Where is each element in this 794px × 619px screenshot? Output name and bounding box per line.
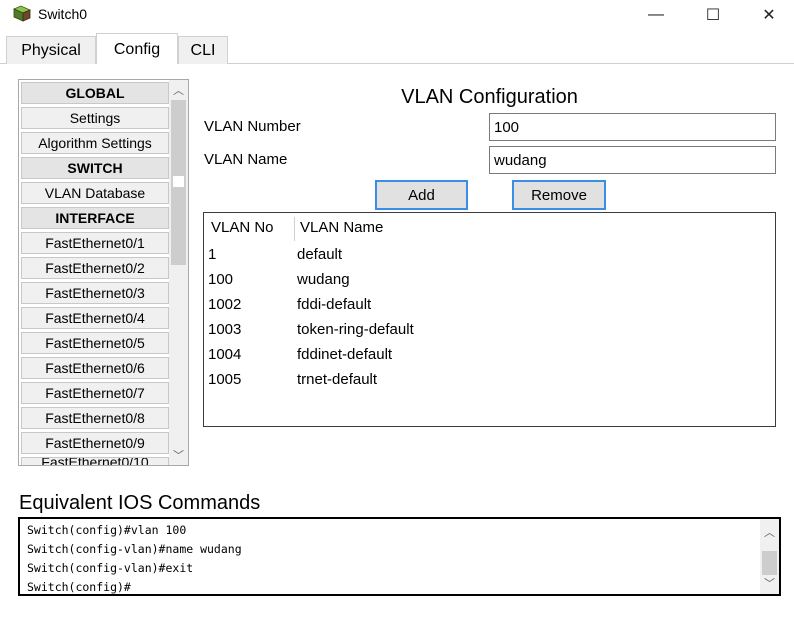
ios-command-line: Switch(config-vlan)#exit <box>27 561 194 575</box>
minimize-button[interactable]: — <box>627 0 685 30</box>
tab-strip: Physical Config CLI <box>0 33 794 65</box>
close-button[interactable]: ✕ <box>740 0 794 30</box>
tab-config[interactable]: Config <box>96 33 178 65</box>
vlan-no-cell: 1005 <box>208 371 242 388</box>
table-row[interactable]: 1003 token-ring-default <box>204 318 775 343</box>
nav-item[interactable]: FastEthernet0/10 <box>21 457 169 465</box>
scroll-down-icon[interactable]: ﹀ <box>760 574 779 591</box>
nav-scrollbar[interactable]: ︿ ﹀ <box>169 80 188 465</box>
nav-item[interactable]: FastEthernet0/8 <box>21 407 169 429</box>
vlan-name-cell: trnet-default <box>297 371 378 388</box>
nav-item[interactable]: FastEthernet0/2 <box>21 257 169 279</box>
table-row[interactable]: 1005 trnet-default <box>204 368 775 393</box>
nav-item[interactable]: FastEthernet0/1 <box>21 232 169 254</box>
table-row[interactable]: 100 wudang <box>204 268 775 293</box>
table-row[interactable]: 1 default <box>204 243 775 268</box>
nav-item[interactable]: FastEthernet0/4 <box>21 307 169 329</box>
vlan-table-header: VLAN No VLAN Name <box>204 213 775 243</box>
nav-list: GLOBAL Settings Algorithm Settings SWITCH VL… <box>21 82 169 465</box>
config-nav-panel: GLOBAL Settings Algorithm Settings SWITCH VL… <box>18 79 189 466</box>
nav-item[interactable]: FastEthernet0/5 <box>21 332 169 354</box>
switch-config-window: Switch0 — ☐ ✕ Physical Config CLI GLOBAL… <box>0 0 794 619</box>
switch-device-icon <box>13 5 31 22</box>
ios-scroll-thumb[interactable] <box>762 551 777 575</box>
maximize-button[interactable]: ☐ <box>684 0 742 30</box>
nav-item[interactable]: FastEthernet0/9 <box>21 432 169 454</box>
title-bar: Switch0 — ☐ ✕ <box>0 0 794 30</box>
vlan-name-cell: token-ring-default <box>297 321 414 338</box>
vlan-no-cell: 1004 <box>208 346 242 363</box>
nav-section-header: GLOBAL <box>21 82 169 104</box>
window-title: Switch0 <box>38 6 88 22</box>
table-row[interactable]: 1004 fddinet-default <box>204 343 775 368</box>
nav-item[interactable]: FastEthernet0/6 <box>21 357 169 379</box>
ios-command-line: Switch(config)#vlan 100 <box>27 523 187 537</box>
table-row[interactable]: 1002 fddi-default <box>204 293 775 318</box>
vlan-no-cell: 1003 <box>208 321 242 338</box>
scroll-down-icon[interactable]: ﹀ <box>169 446 188 463</box>
nav-item[interactable]: VLAN Database <box>21 182 169 204</box>
tab-cli[interactable]: CLI <box>178 36 228 64</box>
ios-commands-box[interactable]: Switch(config)#vlan 100 Switch(config-vla… <box>18 517 781 596</box>
vlan-table[interactable]: VLAN No VLAN Name 1 default 100 wudang 1002 f… <box>203 212 776 427</box>
scroll-up-icon[interactable]: ︿ <box>760 523 779 540</box>
vlan-name-cell: wudang <box>297 271 350 288</box>
ios-command-line: Switch(config)# <box>27 580 131 594</box>
vlan-config-title: VLAN Configuration <box>401 86 578 108</box>
vlan-number-label: VLAN Number <box>204 118 301 135</box>
tab-physical[interactable]: Physical <box>6 36 96 64</box>
nav-item[interactable]: Algorithm Settings <box>21 132 169 154</box>
column-header-vlan-no[interactable]: VLAN No <box>211 219 274 236</box>
vlan-no-cell: 100 <box>208 271 234 288</box>
ios-commands-title: Equivalent IOS Commands <box>19 492 261 514</box>
vlan-name-cell: fddi-default <box>297 296 372 313</box>
column-header-vlan-name[interactable]: VLAN Name <box>300 219 383 236</box>
nav-item[interactable]: FastEthernet0/7 <box>21 382 169 404</box>
nav-item[interactable]: FastEthernet0/3 <box>21 282 169 304</box>
nav-section-header: INTERFACE <box>21 207 169 229</box>
remove-button[interactable]: Remove <box>512 180 606 210</box>
vlan-number-input[interactable] <box>489 113 776 141</box>
scroll-up-icon[interactable]: ︿ <box>169 81 188 98</box>
vlan-no-cell: 1 <box>208 246 217 263</box>
vlan-no-cell: 1002 <box>208 296 242 313</box>
ios-command-lines: Switch(config)#vlan 100 Switch(config-vla… <box>27 521 242 594</box>
nav-item[interactable]: Settings <box>21 107 169 129</box>
vlan-name-cell: fddinet-default <box>297 346 393 363</box>
nav-section-header: SWITCH <box>21 157 169 179</box>
nav-scroll-marker <box>172 175 185 188</box>
add-button[interactable]: Add <box>375 180 468 210</box>
vlan-name-label: VLAN Name <box>204 151 288 168</box>
vlan-name-cell: default <box>297 246 343 263</box>
ios-scrollbar[interactable]: ︿ ﹀ <box>760 519 779 594</box>
ios-command-line: Switch(config-vlan)#name wudang <box>27 542 242 556</box>
vlan-name-input[interactable] <box>489 146 776 174</box>
column-separator[interactable] <box>294 217 295 241</box>
